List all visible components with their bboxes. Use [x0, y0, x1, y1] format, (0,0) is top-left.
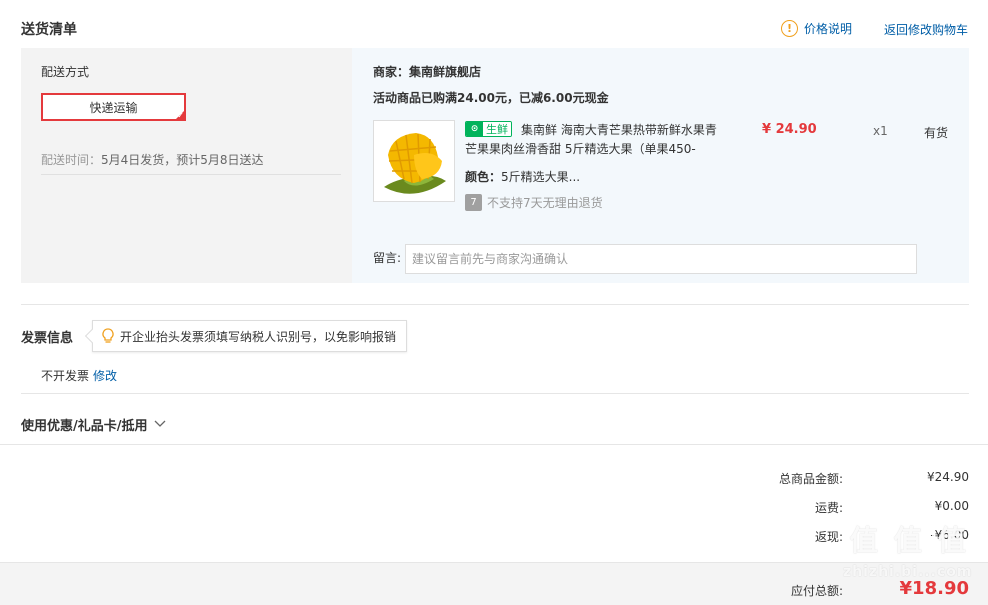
shipping-option-label: 快递运输: [89, 100, 138, 115]
promotion-text: 活动商品已购满24.00元，已减6.00元现金: [373, 91, 609, 105]
price-note-link[interactable]: ! 价格说明: [781, 20, 852, 37]
coupon-toggle[interactable]: 使用优惠/礼品卡/抵用: [21, 415, 166, 434]
page-title: 送货清单: [21, 22, 77, 38]
merchant-info: 商家：集南鲜旗舰店: [373, 63, 481, 80]
delivery-time: 配送时间：5月4日发货，预计5月8日送达: [41, 151, 264, 168]
invoice-tip-text: 开企业抬头发票须填写纳税人识别号，以免影响报销: [120, 329, 397, 344]
invoice-title: 发票信息: [21, 331, 74, 346]
summary-goods-value: ¥24.90: [927, 470, 969, 484]
stock-status: 有货: [924, 126, 949, 140]
divider: [0, 444, 988, 445]
product-quantity: x1: [873, 124, 888, 138]
total-value: ¥18.90: [899, 578, 969, 599]
total-label: 应付总额:: [790, 584, 843, 598]
fresh-tag: ⊙ 生鲜: [465, 121, 512, 137]
lightbulb-icon: [101, 327, 115, 345]
invoice-edit-link[interactable]: 修改: [93, 367, 117, 384]
delivery-time-value: 5月4日发货，预计5月8日送达: [101, 153, 264, 167]
back-to-cart-link[interactable]: 返回修改购物车: [884, 21, 968, 38]
tooltip-arrow: [84, 328, 100, 344]
product-color-label: 颜色：: [465, 170, 502, 184]
info-circle-icon: !: [781, 20, 798, 37]
check-icon: ✓: [177, 111, 184, 120]
product-color-value: 5斤精选大果...: [501, 170, 581, 184]
delivery-time-label: 配送时间：: [41, 153, 102, 167]
product-color: 颜色：5斤精选大果...: [465, 168, 580, 185]
merchant-label: 商家：: [373, 65, 410, 79]
remark-label: 留言:: [373, 251, 402, 265]
summary-shipping-value: ¥0.00: [934, 499, 969, 513]
price-note-label: 价格说明: [804, 22, 853, 36]
summary-cashback-label: 返现:: [814, 530, 843, 544]
divider: [21, 393, 969, 394]
no-return-notice: 7 不支持7天无理由退货: [465, 194, 603, 211]
summary-goods-label: 总商品金额:: [778, 472, 843, 486]
invoice-tooltip: 开企业抬头发票须填写纳税人识别号，以免影响报销: [84, 320, 408, 352]
merchant-name: 集南鲜旗舰店: [409, 65, 482, 79]
summary-cashback-value: -¥6.00: [930, 528, 969, 542]
coupon-label: 使用优惠/礼品卡/抵用: [21, 419, 148, 434]
product-price: ¥ 24.90: [762, 122, 817, 137]
no-return-text: 不支持7天无理由退货: [487, 196, 603, 210]
mango-image: [374, 121, 454, 201]
chevron-down-icon: [154, 418, 166, 431]
no-return-7-icon: 7: [465, 194, 482, 211]
summary-shipping-label: 运费:: [814, 501, 843, 515]
express-shipping-option[interactable]: 快递运输 ✓: [41, 93, 186, 121]
fresh-tag-icon: ⊙: [466, 122, 483, 136]
invoice-status-text: 不开发票: [41, 369, 90, 383]
divider: [21, 304, 969, 305]
product-image[interactable]: [373, 120, 455, 202]
remark-input[interactable]: [405, 244, 917, 274]
invoice-status: 不开发票 修改: [41, 367, 117, 384]
divider: [41, 174, 341, 175]
shipping-method-label: 配送方式: [41, 65, 90, 79]
fresh-tag-label: 生鲜: [483, 122, 511, 136]
